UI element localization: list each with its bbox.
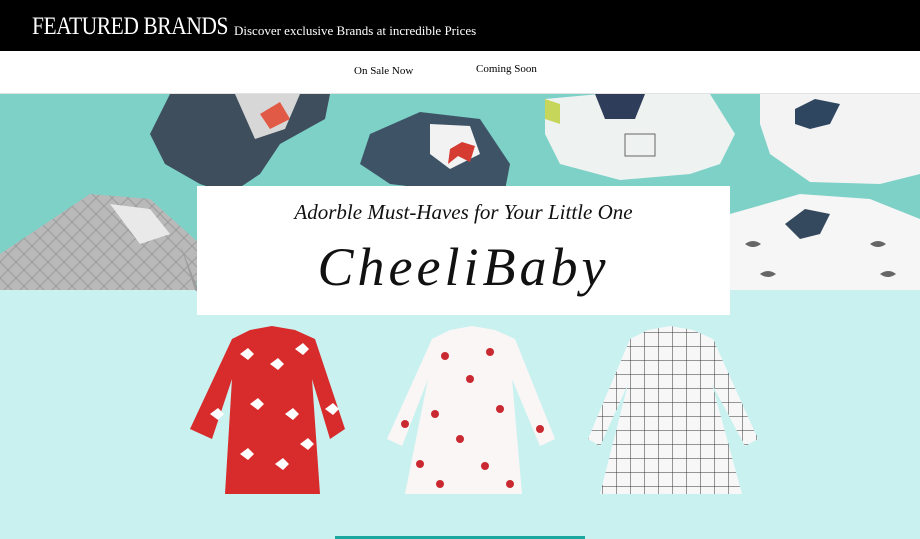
brand-banner[interactable]: Adorble Must-Haves for Your Little One C… [0,94,920,539]
navy-suit-romper-image [360,112,510,190]
banner-artwork [0,94,920,494]
sale-tabs: On Sale Now Coming Soon [0,51,920,94]
white-shirt-navy-bowtie-image [545,94,735,180]
tab-coming-soon[interactable]: Coming Soon [476,63,537,75]
top-banner-bar: FEATURED BRANDS Discover exclusive Brand… [0,0,920,51]
mustache-print-shirt-image [730,194,920,290]
headline-card: Adorble Must-Haves for Your Little One C… [197,186,730,315]
featured-brands-tagline: Discover exclusive Brands at incredible … [234,23,477,38]
grey-sweater-romper-image [0,194,200,294]
brand-name: CheeliBaby [317,237,610,297]
navy-romper-top-image [150,94,330,194]
grid-check-dress-image [588,295,758,494]
white-shirt-navy-bowtie-right-image [760,94,920,184]
cherry-print-dress-image [387,295,555,494]
tab-on-sale-now[interactable]: On Sale Now [354,65,413,77]
red-leaf-print-dress-image [190,295,345,494]
banner-subtitle: Adorble Must-Haves for Your Little One [294,200,633,224]
featured-brands-title: FEATURED BRANDS [32,13,229,40]
